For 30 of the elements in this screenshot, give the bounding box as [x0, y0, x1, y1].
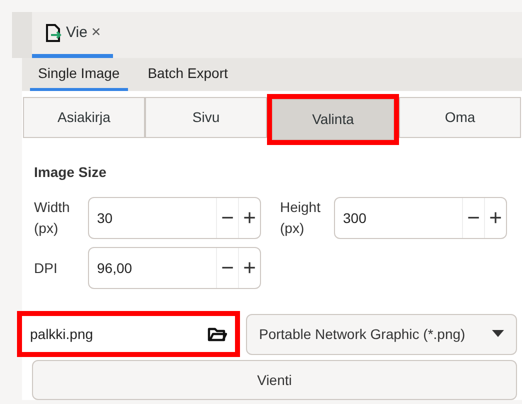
number-field[interactable]: 300 − + [334, 197, 507, 239]
area-button[interactable]: Oma [399, 97, 521, 138]
export-mode-tab[interactable]: Single Image [30, 58, 128, 91]
field-value: 96,00 [96, 258, 134, 278]
area-button[interactable]: Sivu [145, 97, 267, 138]
increment-button[interactable]: + [238, 198, 260, 238]
decrement-button[interactable]: − [216, 198, 238, 238]
number-field[interactable]: 96,00 − + [88, 247, 261, 289]
field-value: palkki.png [30, 324, 94, 344]
field-label: Height (px) [280, 198, 322, 238]
export-button[interactable]: Vienti [32, 360, 517, 400]
number-field[interactable]: 30 − + [88, 197, 261, 239]
increment-button[interactable]: + [238, 248, 260, 288]
section-title: Image Size [34, 163, 108, 182]
folder-icon[interactable] [207, 326, 227, 342]
close-icon[interactable]: × [91, 21, 101, 45]
decrement-button[interactable]: − [462, 198, 484, 238]
field-label: Width (px) [34, 198, 71, 238]
area-button[interactable]: Asiakirja [23, 97, 145, 138]
area-button[interactable]: Valinta [272, 99, 394, 140]
tab-label: Vie [66, 22, 88, 43]
format-dropdown[interactable]: Portable Network Graphic (*.png) [246, 314, 517, 354]
caret-icon [492, 330, 504, 338]
field-value: 300 [342, 208, 368, 228]
decrement-button[interactable]: − [216, 248, 238, 288]
increment-button[interactable]: + [484, 198, 506, 238]
field-label: DPI [34, 258, 58, 278]
export-document-icon [44, 24, 62, 42]
export-mode-tab[interactable]: Batch Export [140, 58, 236, 91]
field-value: 30 [96, 208, 114, 228]
